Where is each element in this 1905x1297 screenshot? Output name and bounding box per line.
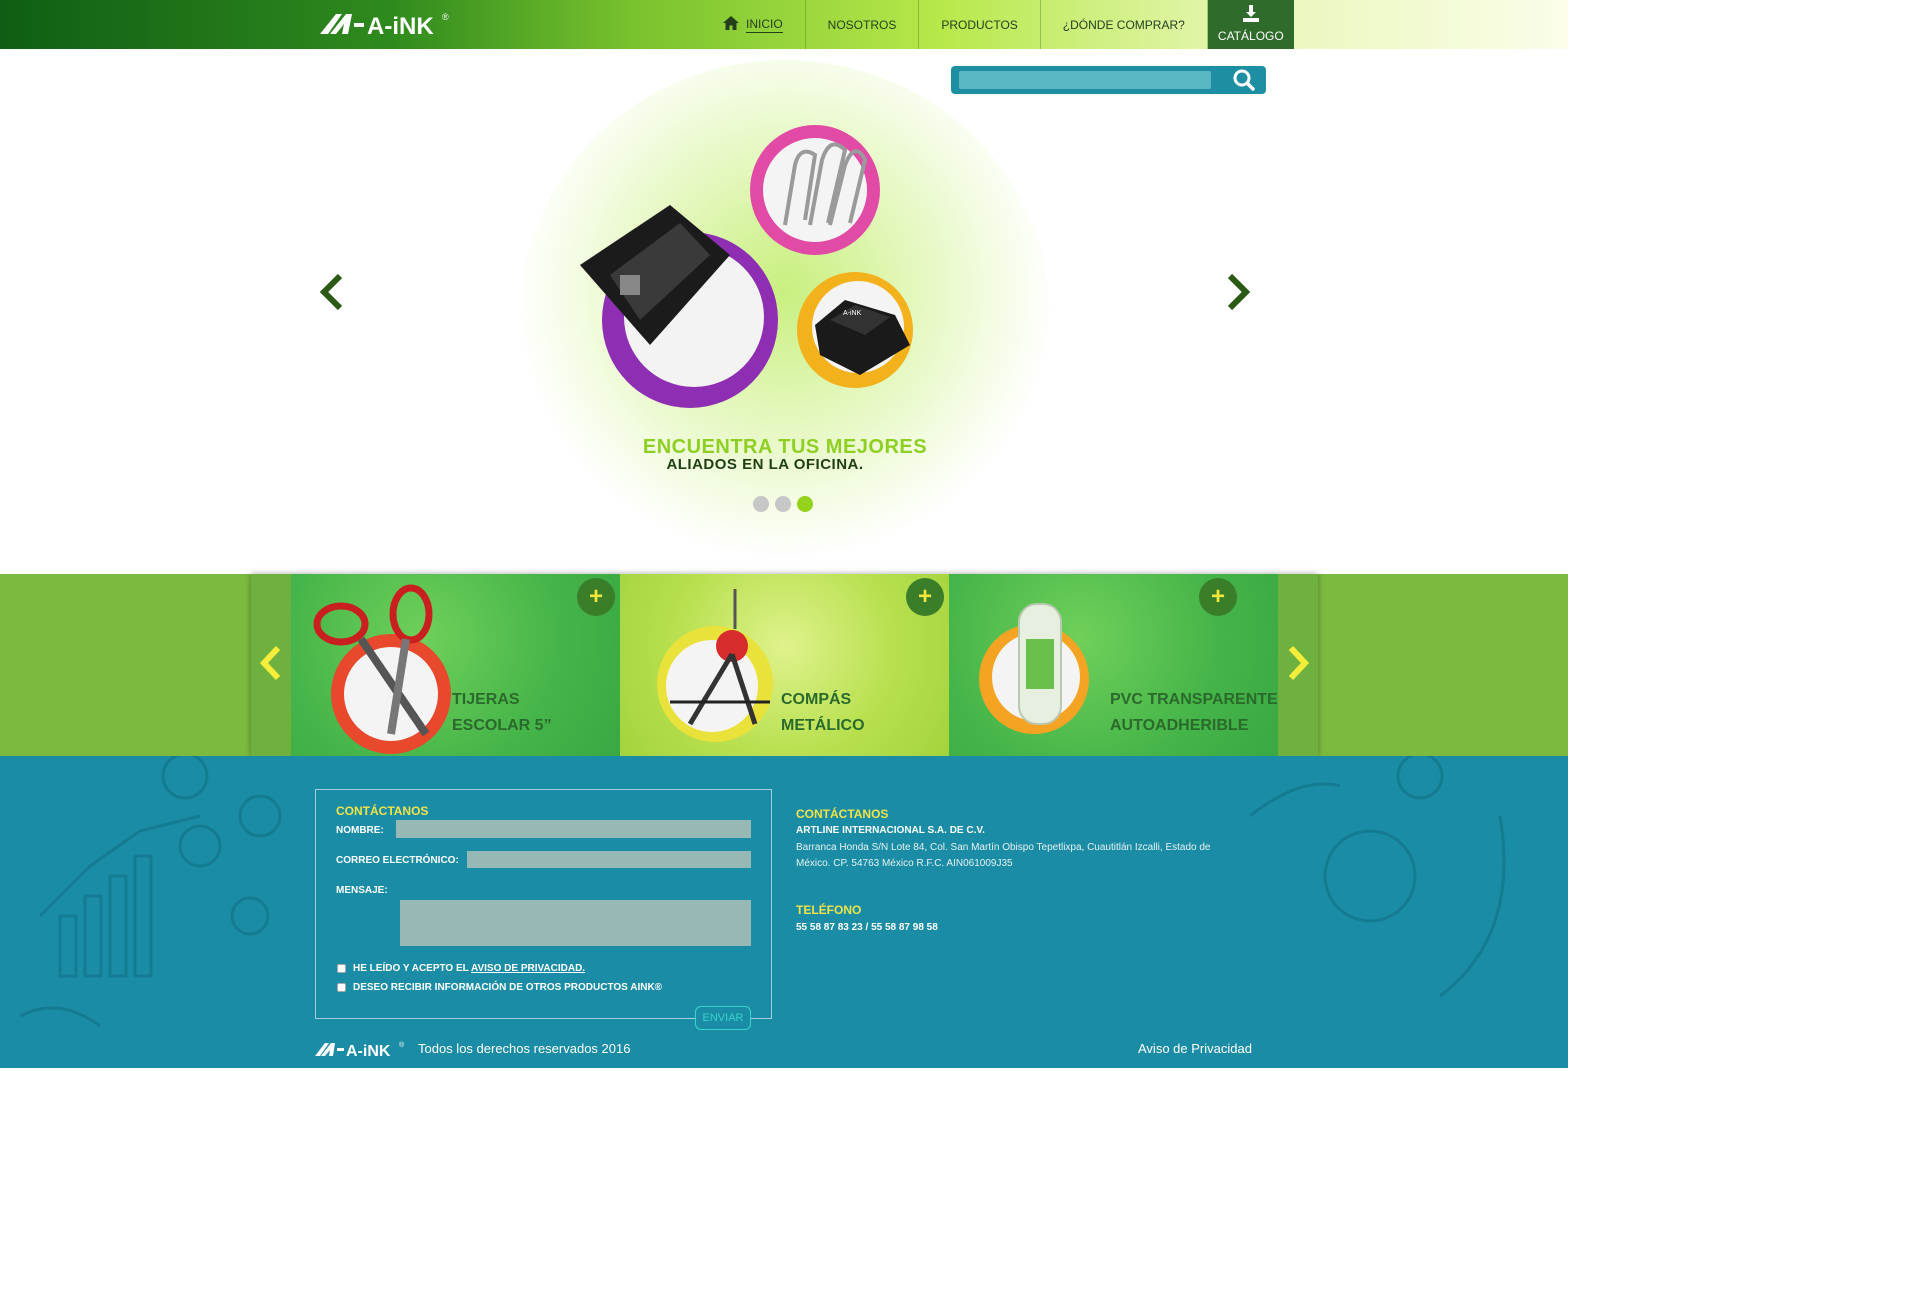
logo-text: A-iNK xyxy=(367,13,434,40)
footer-logo-text: A-iNK xyxy=(346,1043,391,1059)
company-address: Barranca Honda S/N Lote 84, Col. San Mar… xyxy=(796,842,1211,869)
company-name: ARTLINE INTERNACIONAL S.A. DE C.V. xyxy=(796,825,985,836)
card-plus-button[interactable]: + xyxy=(577,578,615,616)
form-title: CONTÁCTANOS xyxy=(336,804,429,818)
privacy-footer-link[interactable]: Aviso de Privacidad xyxy=(1138,1041,1252,1056)
download-icon xyxy=(1241,5,1261,26)
nav-label-inicio: INICIO xyxy=(746,16,783,33)
phone-numbers: 55 58 87 83 23 / 55 58 87 98 58 xyxy=(796,922,938,933)
search-bar xyxy=(951,66,1266,94)
nav-item-nosotros[interactable]: NOSOTROS xyxy=(806,0,920,49)
nav-label-donde-comprar: ¿DÓNDE COMPRAR? xyxy=(1062,17,1185,32)
newsletter-check-label: DESEO RECIBIR INFORMACIÓN DE OTROS PRODU… xyxy=(353,982,663,993)
hero-office-products-image: A-iNK xyxy=(580,125,913,408)
carousel-prev-button[interactable] xyxy=(251,574,291,756)
copyright-text: Todos los derechos reservados 2016 xyxy=(418,1041,631,1056)
hero-subheadline: ALIADOS EN LA OFICINA. xyxy=(666,456,864,473)
product-title-line1: TIJERAS xyxy=(452,691,520,708)
product-card-compas[interactable]: + COMPÁS METÁLICO xyxy=(620,574,949,756)
catalog-download-button[interactable]: CATÁLOGO xyxy=(1207,0,1294,49)
slider-dot-1[interactable] xyxy=(753,496,769,512)
search-icon[interactable] xyxy=(1232,69,1256,91)
brand-logo[interactable]: A-iNK ® xyxy=(320,8,460,40)
slider-dot-3[interactable] xyxy=(797,496,813,512)
footer-registered-mark: ® xyxy=(399,1041,405,1049)
product-title-line2: METÁLICO xyxy=(781,717,865,734)
message-label: MENSAJE: xyxy=(336,885,388,896)
privacy-checkbox[interactable] xyxy=(337,964,346,973)
hole-punch-brand: A-iNK xyxy=(843,310,862,317)
slider-dots xyxy=(753,496,813,512)
email-label: CORREO ELECTRÓNICO: xyxy=(336,855,459,866)
nav-label-productos: PRODUCTOS xyxy=(941,17,1018,32)
footer xyxy=(0,756,1568,1068)
nav-label-nosotros: NOSOTROS xyxy=(827,17,897,32)
product-title-line2: ESCOLAR 5” xyxy=(452,717,552,734)
pvc-roll-image xyxy=(979,603,1089,734)
contact-title: CONTÁCTANOS xyxy=(796,807,889,821)
home-icon xyxy=(722,15,740,34)
message-field[interactable] xyxy=(400,900,751,946)
products-carousel: + TIJERAS ESCOLAR 5” + COMPÁS METÁLICO +… xyxy=(251,574,1318,756)
card-plus-button[interactable]: + xyxy=(1199,578,1237,616)
product-title-line2: AUTOADHERIBLE xyxy=(1110,717,1249,734)
top-header: A-iNK ® INICIO NOSOTROS PRODUCTOS ¿DÓNDE… xyxy=(0,0,1568,49)
chevron-right-icon xyxy=(1285,644,1311,687)
phone-title: TELÉFONO xyxy=(796,903,862,917)
privacy-check-label: HE LEÍDO Y ACEPTO EL AVISO DE PRIVACIDAD… xyxy=(353,963,585,974)
scissors-icon xyxy=(313,602,369,646)
scissors-image xyxy=(313,584,451,754)
nav-item-donde-comprar[interactable]: ¿DÓNDE COMPRAR? xyxy=(1041,0,1208,49)
email-field[interactable] xyxy=(467,851,751,868)
chevron-left-icon xyxy=(258,644,284,687)
slider-prev-arrow-icon[interactable] xyxy=(316,272,348,312)
nav-item-productos[interactable]: PRODUCTOS xyxy=(919,0,1041,49)
background-doodles xyxy=(19,756,1506,1028)
catalog-label: CATÁLOGO xyxy=(1217,29,1284,43)
carousel-next-button[interactable] xyxy=(1278,574,1318,756)
privacy-check-prefix: HE LEÍDO Y ACEPTO EL xyxy=(353,963,471,974)
compass-image xyxy=(657,589,773,742)
product-card-pvc[interactable]: + PVC TRANSPARENTE AUTOADHERIBLE xyxy=(949,574,1278,756)
newsletter-checkbox[interactable] xyxy=(337,983,346,992)
search-input[interactable] xyxy=(959,71,1211,89)
footer-logo[interactable]: A-iNK ® xyxy=(315,1039,410,1059)
main-nav: INICIO NOSOTROS PRODUCTOS ¿DÓNDE COMPRAR… xyxy=(700,0,1294,49)
slider-dot-2[interactable] xyxy=(775,496,791,512)
registered-mark: ® xyxy=(442,12,449,22)
product-title-line1: COMPÁS xyxy=(781,691,852,708)
send-button[interactable]: ENVIAR xyxy=(695,1006,751,1030)
name-field[interactable] xyxy=(396,820,751,838)
card-plus-button[interactable]: + xyxy=(906,578,944,616)
nav-item-inicio[interactable]: INICIO xyxy=(700,0,806,49)
product-card-tijeras[interactable]: + TIJERAS ESCOLAR 5” xyxy=(291,574,620,756)
product-title-line1: PVC TRANSPARENTE xyxy=(1110,691,1278,708)
name-label: NOMBRE: xyxy=(336,825,384,836)
slider-next-arrow-icon[interactable] xyxy=(1222,272,1254,312)
privacy-policy-link[interactable]: AVISO DE PRIVACIDAD. xyxy=(471,963,585,974)
